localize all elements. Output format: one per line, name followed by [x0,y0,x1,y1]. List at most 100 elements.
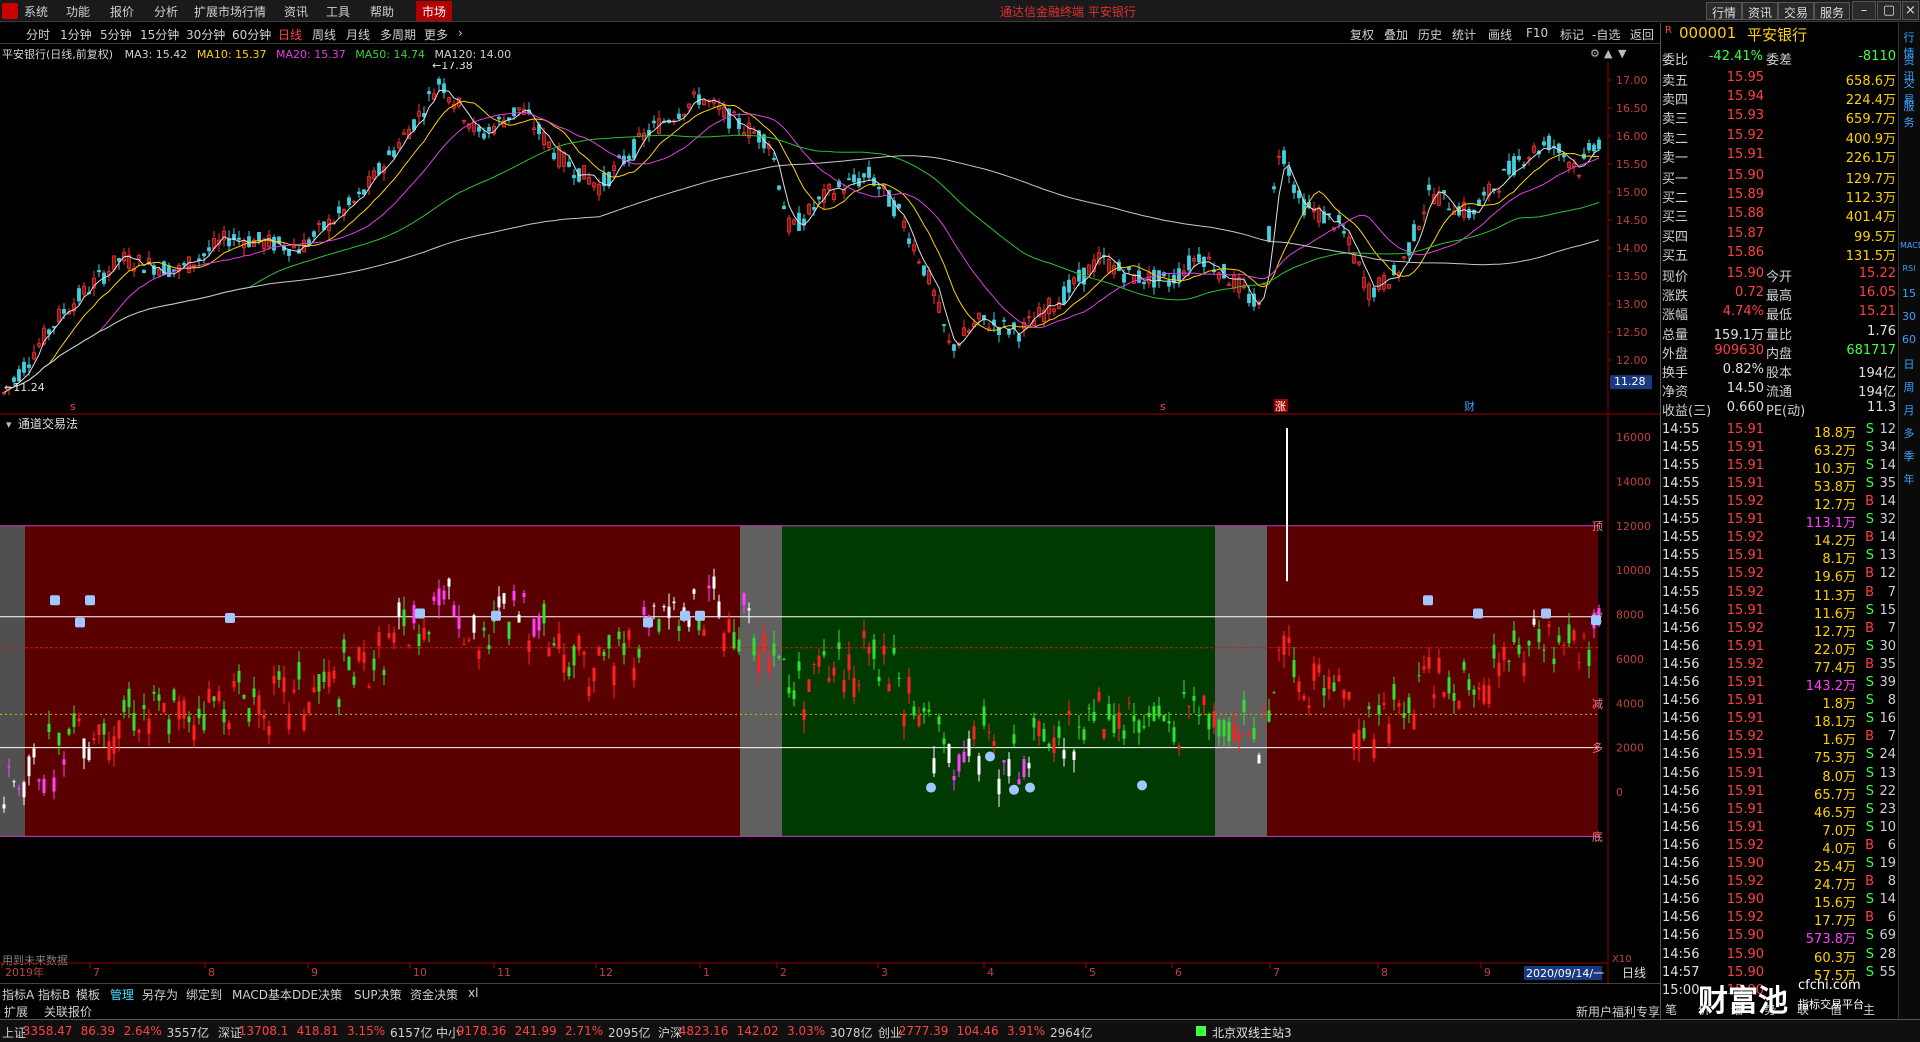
vertical-tab[interactable]: 年 [1900,471,1918,487]
down-icon[interactable]: ▼ [1618,47,1626,60]
vertical-tab[interactable]: 30 [1900,310,1918,323]
vertical-tab[interactable]: 季 [1900,448,1918,464]
candle-body [22,361,26,373]
tick-time: 14:55 [1662,475,1700,491]
indicator-bar [1502,647,1506,661]
indicator-bar [757,653,761,673]
menu-analysis[interactable]: 分析 [154,3,178,20]
indicator-bar [107,741,111,760]
vertical-tab[interactable]: 日 [1900,356,1918,372]
stat-value: 0.82% [1722,362,1764,377]
indicator-bar [1412,713,1416,730]
indicator-tab[interactable]: xl [468,986,478,1000]
tool-stats[interactable]: 统计 [1452,26,1476,43]
indicator-bar [522,593,526,598]
indicator-bar [1562,644,1566,646]
period-tab[interactable]: 5分钟 [100,26,132,43]
vertical-tab[interactable]: 15 [1900,287,1918,300]
tick-count: 8 [1887,693,1896,709]
indicator-bar [1487,685,1491,704]
indicator-bar [182,700,186,719]
period-tab[interactable]: 月线 [346,26,370,43]
chart-area[interactable]: 17.00 16.50 16.00 15.50 15.00 14.50 14.00 13.50… [0,62,1660,983]
up-icon[interactable]: ▲ [1604,47,1612,60]
indicator-bar [1212,711,1216,728]
related-quote-button[interactable]: 关联报价 [44,1003,92,1020]
indicator-bar [1107,703,1111,720]
indicator-bar [272,675,276,684]
candle-body [1587,143,1591,151]
indicator-bar [1042,728,1046,742]
chevron-right-icon[interactable]: › [458,26,463,40]
tick-volume: 1.8万 [1822,697,1856,713]
tool-watchlist[interactable]: -自选 [1592,26,1620,43]
candle-body [1482,191,1486,196]
candle-body [52,326,56,328]
indicator-bar [1372,739,1376,759]
indicator-bar [1172,727,1176,742]
vertical-tab[interactable]: 60 [1900,333,1918,346]
indicator-bar [1497,662,1501,677]
tool-history[interactable]: 历史 [1418,26,1442,43]
tick-count: 39 [1879,675,1896,690]
tool-f10[interactable]: F10 [1526,26,1548,40]
vertical-tab[interactable]: RSI [1900,264,1918,273]
indicator-bar [1092,712,1096,721]
vertical-tab[interactable]: 服务 [1900,98,1918,130]
indicator-bar [722,633,726,652]
tick-price: 15.92 [1726,656,1764,672]
tick-price: 15.92 [1726,874,1764,890]
menu-function[interactable]: 功能 [66,3,90,20]
period-tab[interactable]: 1分钟 [60,26,92,43]
indicator-bar [112,736,116,754]
close-icon[interactable]: × [1902,1,1919,20]
settings-icon[interactable]: ⚙ [1590,47,1600,60]
market-button[interactable]: 市场 [416,1,453,21]
tool-overlay[interactable]: 叠加 [1384,26,1408,43]
period-tab-more[interactable]: 更多 [424,26,448,43]
month-label: 1 [703,966,710,979]
indicator-bar [1087,708,1091,710]
menu-system[interactable]: 系统 [24,3,48,20]
indicator-bar [1547,624,1551,627]
candle-body [1222,264,1226,279]
period-tab-active[interactable]: 日线 [278,26,302,43]
bid-volume: 401.4万 [1845,210,1896,226]
candle-body [1197,254,1201,263]
tool-restore-rights[interactable]: 复权 [1350,26,1374,43]
indicator-bar [1452,693,1456,701]
menu-help[interactable]: 帮助 [370,3,394,20]
period-tab[interactable]: 30分钟 [186,26,225,43]
quote-view-tab[interactable]: 笔 [1665,1001,1677,1018]
vertical-tab[interactable]: MACD [1900,241,1920,250]
tool-mark[interactable]: 标记 [1560,26,1584,43]
period-tab[interactable]: 多周期 [380,26,416,43]
price-axis-label: 17.00 [1616,74,1648,87]
collapse-icon: ▾ [6,418,12,431]
tool-draw[interactable]: 画线 [1488,26,1512,43]
tick-price: 15.92 [1726,729,1764,745]
tick-side: S [1865,892,1874,908]
indicator-bar [967,738,971,757]
price-axis-label: 15.50 [1616,158,1648,171]
period-tab[interactable]: 周线 [312,26,336,43]
menu-news[interactable]: 资讯 [284,3,308,20]
vertical-tab[interactable]: 周 [1900,379,1918,395]
vertical-tab[interactable]: 月 [1900,402,1918,418]
period-tab[interactable]: 60分钟 [232,26,271,43]
menu-tools[interactable]: 工具 [326,3,350,20]
menu-extended-market[interactable]: 扩展市场行情 [194,3,266,20]
vertical-tab[interactable]: 多 [1900,425,1918,441]
indicator-bar [642,606,646,615]
buy-signal-icon [695,610,705,621]
candle-body [552,152,556,160]
promo-link[interactable]: 新用户福利专享 [1576,1003,1660,1020]
indicator-bar [282,677,286,693]
tool-back[interactable]: 返回 [1630,26,1654,43]
period-tab[interactable]: 15分钟 [140,26,179,43]
server-status[interactable]: 北京双线主站3 [1212,1024,1292,1041]
buy-signal-icon [415,608,425,619]
extend-button[interactable]: 扩展 [4,1003,28,1020]
menu-quote[interactable]: 报价 [110,3,134,20]
period-tab[interactable]: 分时 [26,26,50,43]
